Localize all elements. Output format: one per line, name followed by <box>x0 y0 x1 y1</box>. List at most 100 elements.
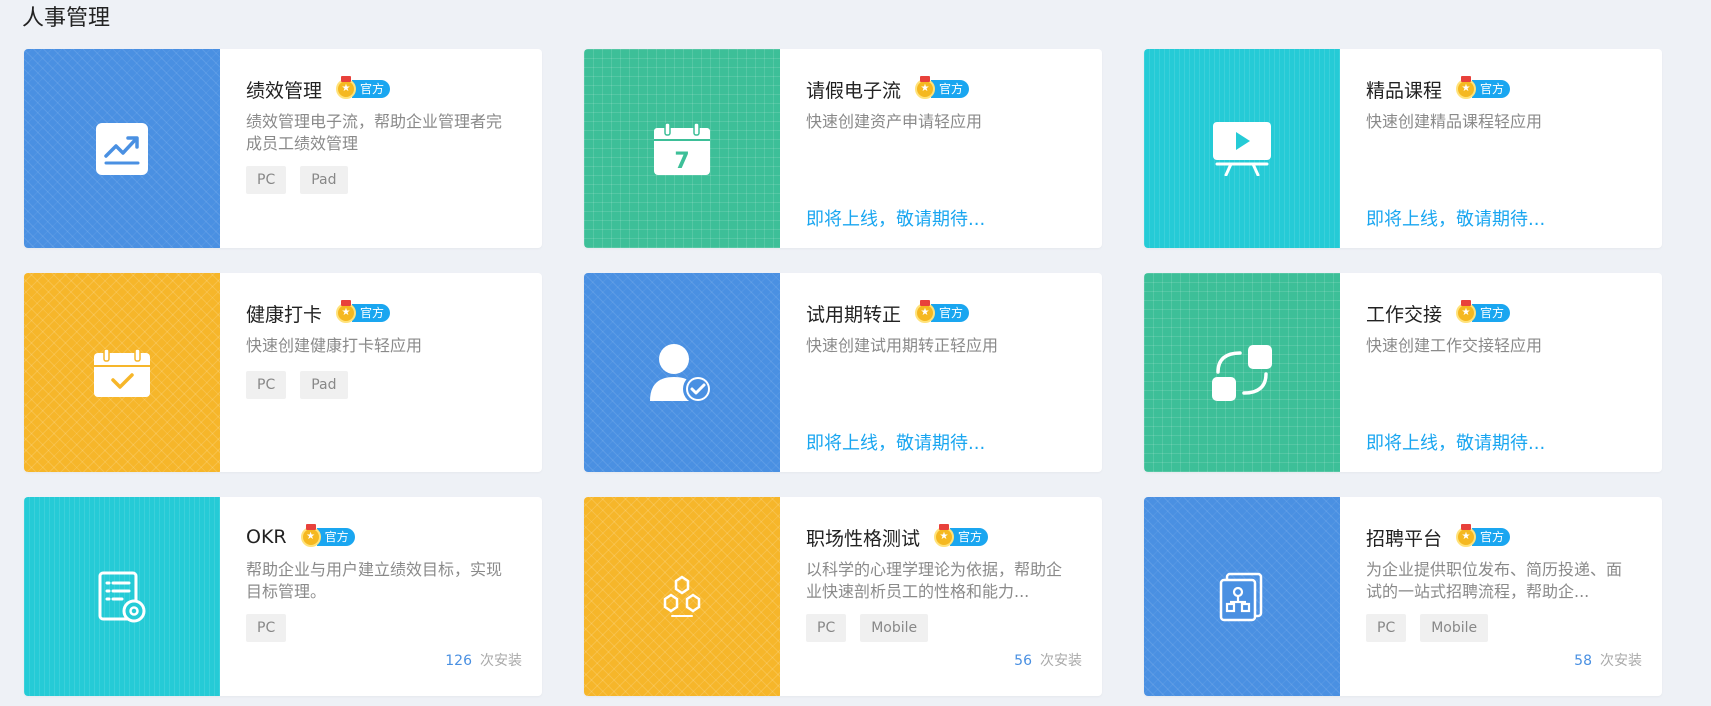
card-thumbnail <box>24 497 220 696</box>
card-thumbnail <box>584 273 780 472</box>
install-count: 58 次安装 <box>1574 650 1642 670</box>
card-description: 帮助企业与用户建立绩效目标，实现目标管理。 <box>246 560 503 601</box>
chart-icon <box>96 122 148 175</box>
card-title: 招聘平台 <box>1366 527 1443 550</box>
official-badge: ★ 官方 <box>336 76 391 99</box>
platform-list: PC <box>246 614 287 642</box>
medal-icon: ★ <box>1456 76 1477 99</box>
card-description: 快速创建健康打卡轻应用 <box>246 336 423 355</box>
org-chart-icon <box>1219 572 1265 622</box>
card-thumbnail <box>584 497 780 696</box>
card-thumbnail <box>1144 273 1340 472</box>
document-gear-icon <box>98 571 146 623</box>
official-badge: ★ 官方 <box>1456 76 1511 99</box>
medal-icon: ★ <box>915 76 936 99</box>
install-suffix: 次安装 <box>1600 653 1642 669</box>
card-description: 快速创建资产申请轻应用 <box>806 112 983 131</box>
platform-list: PC Mobile <box>806 614 929 642</box>
platform-tag: PC <box>246 371 287 399</box>
card-description: 快速创建试用期转正轻应用 <box>806 336 999 355</box>
platform-tag: PC <box>1366 614 1407 642</box>
app-card-courses[interactable]: 精品课程 ★ 官方 快速创建精品课程轻应用 即将上线，敬请期待... <box>1144 49 1662 248</box>
official-label: 官方 <box>931 80 970 98</box>
handover-icon <box>1212 344 1272 401</box>
card-title: 请假电子流 <box>806 79 902 102</box>
card-title: 职场性格测试 <box>806 527 921 550</box>
platform-tag: PC <box>246 614 287 642</box>
platform-tag: PC <box>246 166 287 194</box>
platform-list: PC Mobile <box>1366 614 1489 642</box>
medal-icon: ★ <box>336 76 357 99</box>
card-description: 以科学的心理学理论为依据，帮助企业快速剖析员工的性格和能力... <box>806 560 1063 601</box>
card-description: 快速创建精品课程轻应用 <box>1366 112 1543 131</box>
medal-icon: ★ <box>934 524 955 547</box>
official-badge: ★ 官方 <box>934 524 989 547</box>
platform-tag: PC <box>806 614 847 642</box>
card-title: 健康打卡 <box>246 303 323 326</box>
platform-list: PC Pad <box>246 166 348 194</box>
app-card-performance[interactable]: 绩效管理 ★ 官方 绩效管理电子流，帮助企业管理者完成员工绩效管理 PC Pad <box>24 49 542 248</box>
card-description: 绩效管理电子流，帮助企业管理者完成员工绩效管理 <box>246 112 503 153</box>
platform-tag: Pad <box>300 166 348 194</box>
calendar-icon: 7 <box>654 122 710 175</box>
official-badge: ★ 官方 <box>300 524 355 547</box>
app-card-probation[interactable]: 试用期转正 ★ 官方 快速创建试用期转正轻应用 即将上线，敬请期待... <box>584 273 1102 472</box>
card-thumbnail <box>1144 49 1340 248</box>
install-suffix: 次安装 <box>480 653 522 669</box>
page-title: 人事管理 <box>22 6 111 31</box>
official-label: 官方 <box>950 528 989 546</box>
coming-soon-text: 即将上线，敬请期待... <box>806 433 986 454</box>
install-suffix: 次安装 <box>1040 653 1082 669</box>
coming-soon-text: 即将上线，敬请期待... <box>1366 433 1546 454</box>
svg-text:7: 7 <box>674 149 689 174</box>
card-title: 绩效管理 <box>246 79 323 102</box>
app-card-handover[interactable]: 工作交接 ★ 官方 快速创建工作交接轻应用 即将上线，敬请期待... <box>1144 273 1662 472</box>
card-title: 工作交接 <box>1366 303 1443 326</box>
platform-tag: Mobile <box>1420 614 1489 642</box>
hexagon-icon <box>656 574 708 619</box>
app-card-okr[interactable]: OKR ★ 官方 帮助企业与用户建立绩效目标，实现目标管理。 PC 126 次安装 <box>24 497 542 696</box>
install-number: 126 <box>445 653 472 669</box>
official-badge: ★ 官方 <box>915 300 970 323</box>
card-thumbnail: 7 <box>584 49 780 248</box>
app-grid: 绩效管理 ★ 官方 绩效管理电子流，帮助企业管理者完成员工绩效管理 PC Pad … <box>24 49 1662 696</box>
official-label: 官方 <box>1472 304 1511 322</box>
official-badge: ★ 官方 <box>1456 524 1511 547</box>
official-badge: ★ 官方 <box>336 300 391 323</box>
official-label: 官方 <box>352 304 391 322</box>
install-count: 126 次安装 <box>445 650 522 670</box>
calendar-check-icon <box>94 348 150 397</box>
official-badge: ★ 官方 <box>1456 300 1511 323</box>
official-label: 官方 <box>1472 528 1511 546</box>
card-title: 试用期转正 <box>806 303 902 326</box>
card-title: OKR <box>246 526 287 548</box>
official-label: 官方 <box>1472 80 1511 98</box>
install-number: 58 <box>1574 653 1592 669</box>
official-label: 官方 <box>931 304 970 322</box>
card-thumbnail <box>24 273 220 472</box>
app-card-personality-test[interactable]: 职场性格测试 ★ 官方 以科学的心理学理论为依据，帮助企业快速剖析员工的性格和能力… <box>584 497 1102 696</box>
medal-icon: ★ <box>336 300 357 323</box>
coming-soon-text: 即将上线，敬请期待... <box>806 209 986 230</box>
card-description: 为企业提供职位发布、简历投递、面试的一站式招聘流程，帮助企... <box>1366 560 1623 601</box>
presentation-icon <box>1213 121 1271 176</box>
medal-icon: ★ <box>915 300 936 323</box>
app-card-recruiting[interactable]: 招聘平台 ★ 官方 为企业提供职位发布、简历投递、面试的一站式招聘流程，帮助企..… <box>1144 497 1662 696</box>
card-thumbnail <box>24 49 220 248</box>
official-label: 官方 <box>316 528 355 546</box>
medal-icon: ★ <box>300 524 321 547</box>
official-badge: ★ 官方 <box>915 76 970 99</box>
user-check-icon <box>650 341 714 405</box>
install-count: 56 次安装 <box>1014 650 1082 670</box>
coming-soon-text: 即将上线，敬请期待... <box>1366 209 1546 230</box>
card-description: 快速创建工作交接轻应用 <box>1366 336 1543 355</box>
card-title: 精品课程 <box>1366 79 1443 102</box>
app-card-health-checkin[interactable]: 健康打卡 ★ 官方 快速创建健康打卡轻应用 PC Pad <box>24 273 542 472</box>
app-card-leave[interactable]: 7 请假电子流 ★ 官方 快速创建资产申请轻应用 即将上线，敬请期待... <box>584 49 1102 248</box>
medal-icon: ★ <box>1456 300 1477 323</box>
platform-list: PC Pad <box>246 371 348 399</box>
platform-tag: Pad <box>300 371 348 399</box>
official-label: 官方 <box>352 80 391 98</box>
card-thumbnail <box>1144 497 1340 696</box>
medal-icon: ★ <box>1456 524 1477 547</box>
